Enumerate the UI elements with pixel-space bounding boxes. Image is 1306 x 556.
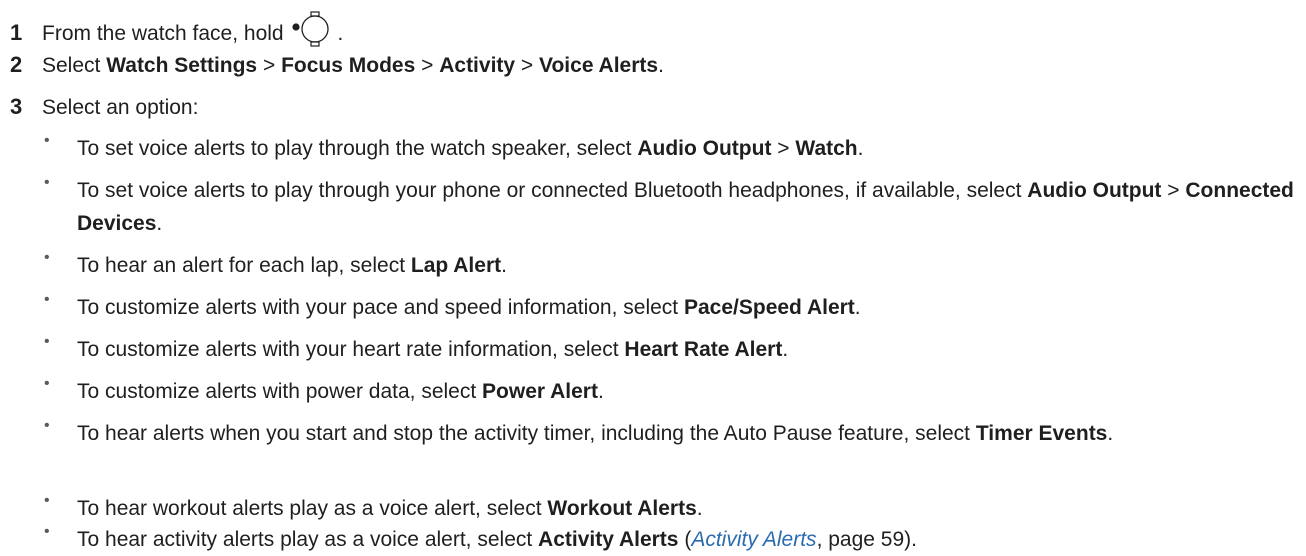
step-3: 3 Select an option:	[10, 94, 198, 120]
bullet-icon: •	[44, 375, 50, 392]
activity-alerts-link[interactable]: Activity Alerts	[691, 528, 816, 551]
menu-voice-alerts: Voice Alerts	[539, 54, 659, 77]
step-number: 1	[10, 20, 23, 45]
bullet-icon: •	[44, 333, 50, 350]
bullet-icon: •	[44, 132, 50, 149]
watch-button-icon	[292, 11, 330, 47]
step-1: 1 From the watch face, hold .	[10, 10, 343, 48]
bullet-icon: •	[44, 523, 50, 540]
bullet-icon: •	[44, 417, 50, 434]
step-2: 2 Select Watch Settings > Focus Modes > …	[10, 52, 664, 78]
menu-activity: Activity	[439, 54, 516, 77]
menu-focus-modes: Focus Modes	[281, 54, 416, 77]
bullet-icon: •	[44, 492, 50, 509]
bullet-icon: •	[44, 249, 50, 266]
step-text: From the watch face, hold .	[42, 10, 343, 48]
step-number: 2	[10, 52, 23, 77]
step-number: 3	[10, 94, 23, 119]
bullet-icon: •	[44, 291, 50, 308]
step-text: Select Watch Settings > Focus Modes > Ac…	[42, 54, 664, 77]
bullet-icon: •	[44, 174, 50, 191]
menu-watch-settings: Watch Settings	[106, 54, 258, 77]
step-text: Select an option:	[42, 96, 199, 119]
instructions-page: 1 From the watch face, hold . 2 Select W…	[0, 0, 1306, 556]
